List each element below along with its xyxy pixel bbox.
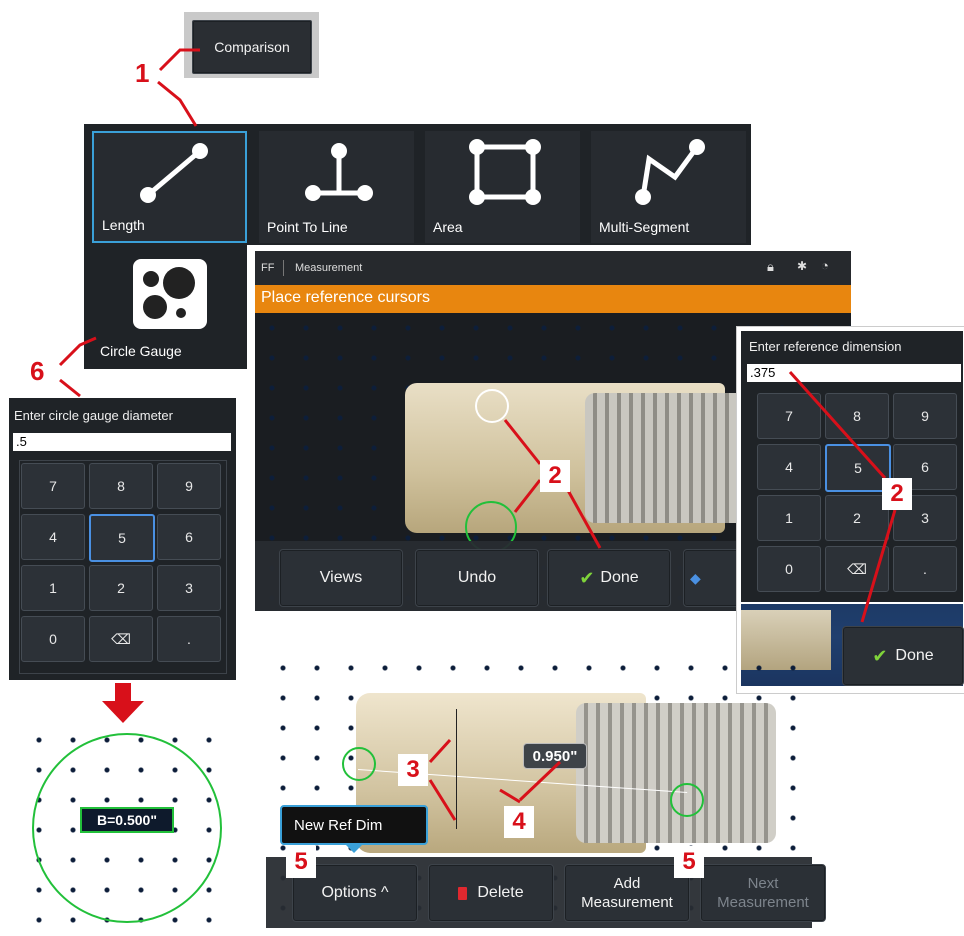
ref-key-0[interactable]: 0 [757, 546, 821, 592]
status-divider [283, 260, 284, 276]
circle-key-0[interactable]: 0 [21, 616, 85, 662]
circle-backspace-icon[interactable]: ⌫ [89, 616, 153, 662]
more-icon: ◆ [690, 569, 701, 586]
reference-cursor-top[interactable] [475, 389, 509, 423]
mode-label: FF [261, 262, 275, 274]
ref-dimension-input[interactable]: .375 [747, 364, 961, 382]
measurement-value: 0.950" [532, 747, 578, 765]
measurement-cursor-right[interactable] [670, 783, 704, 817]
circle-gauge-label: Circle Gauge [100, 343, 182, 359]
callout-2b: 2 [882, 478, 912, 510]
tooltip-text: New Ref Dim [294, 817, 383, 834]
ref-dimension-value: .375 [750, 365, 776, 380]
bottom-fitting-thread [576, 703, 776, 843]
multi-segment-label: Multi-Segment [599, 219, 690, 235]
point-to-line-label: Point To Line [267, 219, 348, 235]
screen-title: Measurement [295, 262, 363, 274]
tooltip-new-ref-dim[interactable]: New Ref Dim [280, 805, 428, 845]
views-button[interactable]: Views [279, 549, 403, 607]
callout-5a: 5 [286, 846, 316, 878]
ref-checkmark-icon: ✔ [872, 645, 888, 666]
ref-key-1[interactable]: 1 [757, 495, 821, 541]
ref-key-4[interactable]: 4 [757, 444, 821, 490]
circle-gauge-result: B=0.500" [80, 807, 174, 833]
tool-area[interactable]: Area [425, 131, 580, 243]
ref-key-9[interactable]: 9 [893, 393, 957, 439]
measurement-cursor-left[interactable] [342, 747, 376, 781]
comparison-button[interactable]: Comparison [192, 20, 312, 74]
circle-gauge-icon [133, 259, 207, 329]
tool-point-to-line[interactable]: Point To Line [259, 131, 414, 243]
callout-2a: 2 [540, 460, 570, 492]
tool-multi-segment[interactable]: Multi-Segment [591, 131, 746, 243]
circle-diameter-value: .5 [16, 434, 27, 449]
ref-keypad-prompt: Enter reference dimension [749, 339, 902, 354]
done-button[interactable]: ✔ Done [547, 549, 671, 607]
measurement-readout: 0.950" [523, 743, 587, 769]
circle-key-4[interactable]: 4 [21, 514, 85, 560]
add-measurement-button[interactable]: Add Measurement [564, 864, 690, 922]
circle-key-2[interactable]: 2 [89, 565, 153, 611]
circle-key-9[interactable]: 9 [157, 463, 221, 509]
tool-length[interactable]: Length [92, 131, 247, 243]
ref-key-7[interactable]: 7 [757, 393, 821, 439]
ref-backspace-icon[interactable]: ⌫ [825, 546, 889, 592]
lock-icon: 🔒︎ [767, 259, 774, 274]
callout-4: 4 [504, 806, 534, 838]
circle-key-8[interactable]: 8 [89, 463, 153, 509]
length-icon [140, 143, 208, 203]
circle-keypad-panel: Enter circle gauge diameter .5 7 8 9 4 5… [9, 398, 236, 680]
circle-key-6[interactable]: 6 [157, 514, 221, 560]
undo-button[interactable]: Undo [415, 549, 539, 607]
callout-6: 6 [30, 356, 45, 386]
add-label-line1: Add [613, 875, 641, 892]
down-arrow-icon [102, 683, 144, 723]
tooltip-pointer [344, 843, 364, 853]
ref-done-button[interactable]: ✔ Done [842, 626, 964, 686]
ref-key-dot[interactable]: . [893, 546, 957, 592]
ref-keypad: Enter reference dimension .375 7 8 9 4 5… [741, 331, 963, 602]
bluetooth-icon: ✱ [797, 259, 808, 273]
add-label-line2: Measurement [581, 894, 673, 911]
ref-key-8[interactable]: 8 [825, 393, 889, 439]
multi-segment-icon [635, 139, 705, 205]
checkmark-icon: ✔ [579, 567, 595, 588]
delete-label: Delete [477, 884, 524, 901]
instruction-banner: Place reference cursors [255, 285, 851, 313]
ref-line-vertical [456, 709, 457, 829]
circle-key-5[interactable]: 5 [89, 514, 155, 562]
circle-key-7[interactable]: 7 [21, 463, 85, 509]
next-measurement-button[interactable]: Next Measurement [700, 864, 826, 922]
callout-3: 3 [398, 754, 428, 786]
circle-diameter-input[interactable]: .5 [13, 433, 231, 451]
circle-key-1[interactable]: 1 [21, 565, 85, 611]
status-bar: FF Measurement 🔒︎ ✱ ◔ [255, 251, 851, 285]
ref-done-label: Done [895, 647, 934, 664]
circle-key-dot[interactable]: . [157, 616, 221, 662]
ref-key-2[interactable]: 2 [825, 495, 889, 541]
next-label-line2: Measurement [717, 894, 809, 911]
area-icon [469, 139, 541, 205]
point-to-line-icon [305, 143, 373, 201]
circle-keypad-prompt: Enter circle gauge diameter [14, 408, 173, 423]
callout-5b: 5 [674, 846, 704, 878]
circle-result-view: B=0.500" [22, 725, 236, 926]
callout-1: 1 [135, 58, 150, 88]
banner-text: Place reference cursors [261, 289, 430, 306]
length-label: Length [102, 217, 145, 233]
done-label: Done [600, 569, 639, 586]
trash-icon [458, 886, 468, 900]
area-label: Area [433, 219, 463, 235]
delete-button[interactable]: Delete [428, 864, 554, 922]
next-label-line1: Next [747, 875, 779, 892]
circle-key-3[interactable]: 3 [157, 565, 221, 611]
tool-circle-gauge[interactable]: Circle Gauge [84, 245, 247, 369]
wifi-icon: ◔ [821, 258, 829, 273]
circle-gauge-result-text: B=0.500" [97, 812, 157, 828]
